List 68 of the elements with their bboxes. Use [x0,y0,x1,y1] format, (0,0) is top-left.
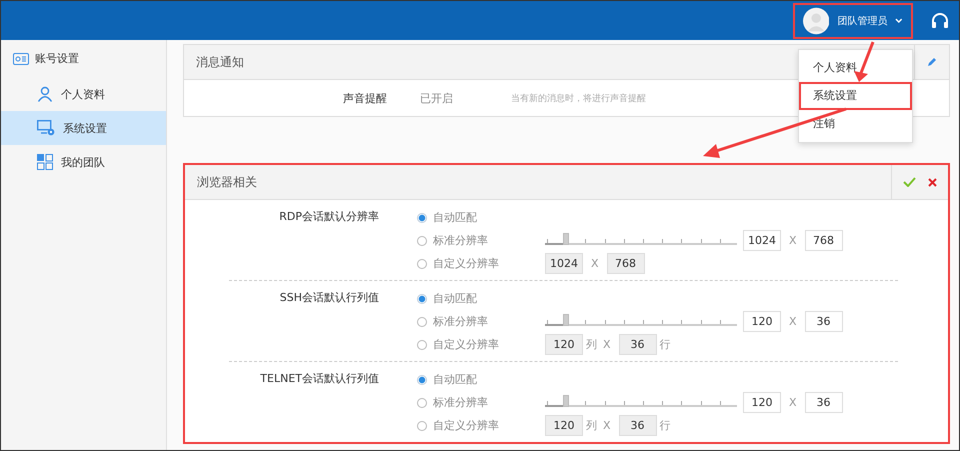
radio-option[interactable]: 自定义分辨率 [417,418,545,433]
slider-thumb[interactable] [563,232,570,244]
width-field[interactable]: 120 [743,392,781,413]
width-field[interactable]: 120 [743,311,781,332]
radio-option[interactable]: 标准分辨率 [417,233,545,248]
times-sign: X [603,419,611,432]
setting-label: SSH会话默认行列值 [278,290,379,306]
radio-button[interactable] [417,316,427,326]
menu-item[interactable]: 个人资料 [799,54,912,82]
setting-label: 声音提醒 [342,90,387,106]
panel-title: 消息通知 [196,54,244,70]
sidebar-title: 账号设置 [35,51,79,66]
menu-item[interactable]: 系统设置 [799,82,912,110]
radio-button[interactable] [417,398,427,408]
times-sign: X [789,396,797,409]
setting-hint: 当有新的消息时，将进行声音提醒 [511,92,646,104]
height-field[interactable]: 768 [606,253,645,274]
slider-thumb[interactable] [563,394,570,406]
panel-title: 浏览器相关 [197,174,257,190]
monitor-gear-icon [37,120,55,136]
radio-option[interactable]: 标准分辨率 [417,395,545,410]
user-menu-button[interactable]: 团队管理员 [793,2,913,38]
radio-button[interactable] [417,420,427,430]
radio-button[interactable] [417,374,427,384]
height-field[interactable]: 36 [618,415,657,436]
headset-icon[interactable] [931,12,949,28]
width-field[interactable]: 120 [545,415,583,436]
unit-label: 行 [660,418,671,433]
times-sign: X [789,234,797,247]
slider-thumb[interactable] [563,314,570,326]
check-icon[interactable] [903,177,916,187]
setting-label: RDP会话默认分辨率 [278,209,379,225]
width-field[interactable]: 120 [545,334,583,355]
radio-button[interactable] [417,212,427,222]
width-field[interactable]: 1024 [743,230,781,251]
pencil-icon[interactable] [927,57,937,67]
radio-option[interactable]: 自动匹配 [417,291,545,306]
sidebar-item[interactable]: 个人资料 [1,77,166,111]
radio-button[interactable] [417,236,427,246]
avatar-icon [803,6,830,34]
sidebar-item[interactable]: 系统设置 [1,111,166,145]
chevron-down-icon [895,18,903,24]
radio-option[interactable]: 标准分辨率 [417,314,545,329]
close-icon[interactable] [928,178,937,186]
height-field[interactable]: 36 [618,334,657,355]
id-card-icon [13,52,29,64]
times-sign: X [603,338,611,351]
sidebar-item[interactable]: 我的团队 [1,145,166,179]
unit-label: 列 [586,418,597,433]
height-field[interactable]: 768 [804,230,843,251]
grid-icon [37,154,53,170]
radio-button[interactable] [417,258,427,268]
setting-label: TELNET会话默认行列值 [259,371,379,387]
radio-option[interactable]: 自定义分辨率 [417,256,545,271]
radio-option[interactable]: 自动匹配 [417,210,545,225]
person-icon [37,86,53,102]
radio-button[interactable] [417,294,427,304]
radio-option[interactable]: 自定义分辨率 [417,337,545,352]
height-field[interactable]: 36 [804,311,843,332]
times-sign: X [789,315,797,328]
height-field[interactable]: 36 [804,392,843,413]
radio-option[interactable]: 自动匹配 [417,372,545,387]
times-sign: X [591,257,599,270]
unit-label: 行 [660,337,671,352]
width-field[interactable]: 1024 [545,253,583,274]
radio-button[interactable] [417,340,427,350]
unit-label: 列 [586,337,597,352]
setting-value: 已开启 [420,90,454,106]
